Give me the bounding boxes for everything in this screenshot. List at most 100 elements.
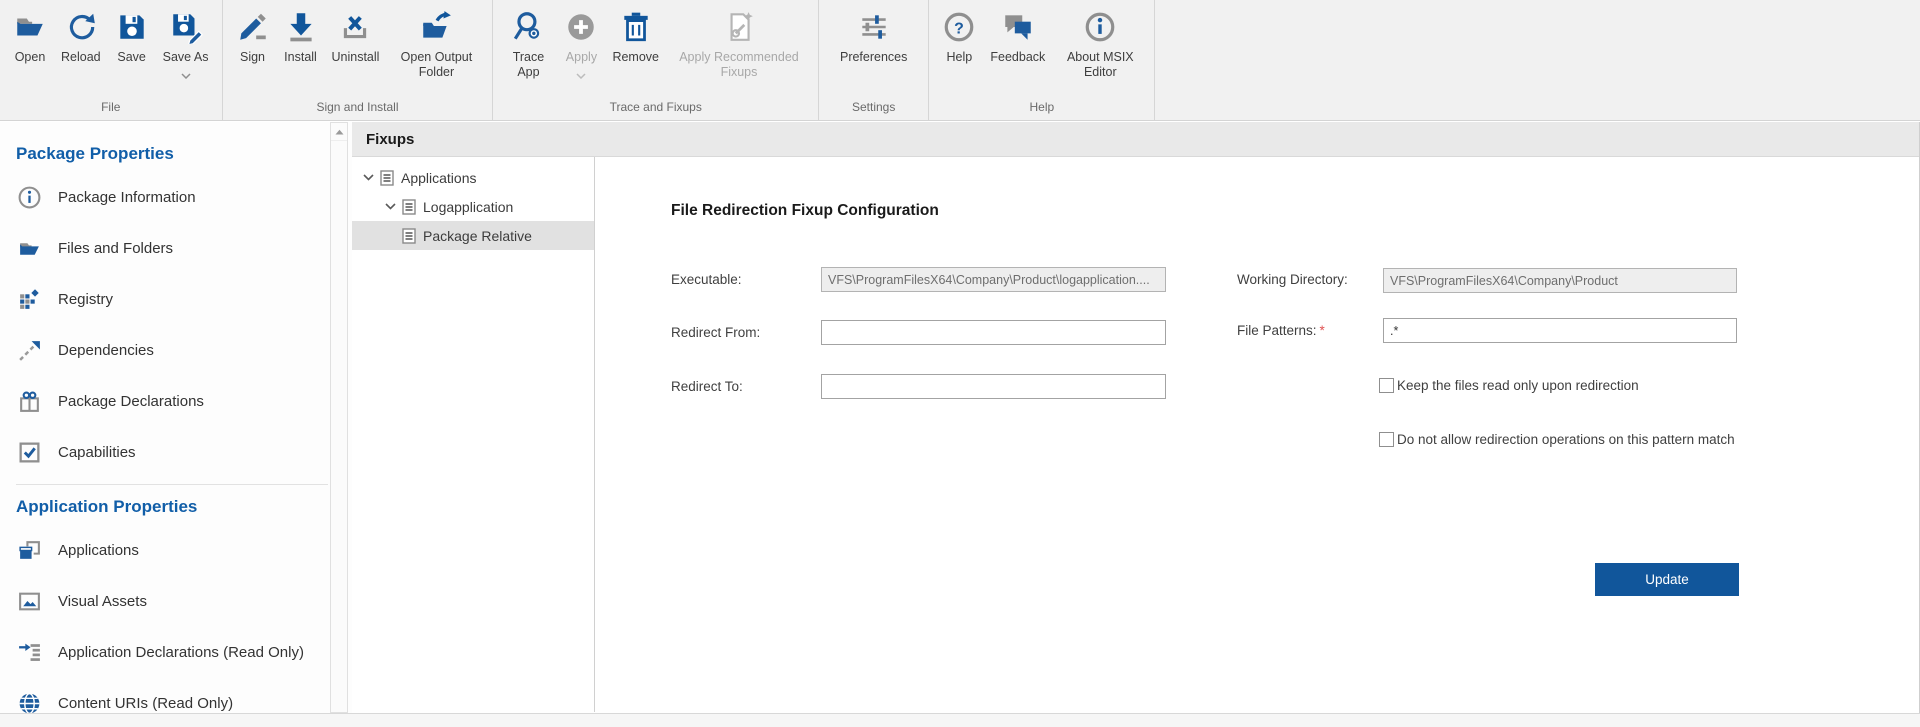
preferences-button[interactable]: Preferences	[833, 5, 914, 65]
open-folder-icon	[13, 7, 47, 47]
scroll-up-arrow-icon[interactable]	[331, 123, 347, 141]
uninstall-icon	[338, 7, 372, 47]
chevron-down-icon	[181, 67, 191, 82]
toolbar-group-settings: Preferences Settings	[819, 0, 929, 120]
no-redirect-operations-checkbox[interactable]: Do not allow redirection operations on t…	[1379, 432, 1735, 447]
remove-button[interactable]: Remove	[605, 5, 666, 65]
keep-read-only-checkbox[interactable]: Keep the files read only upon redirectio…	[1379, 378, 1639, 393]
executable-label: Executable:	[671, 267, 742, 292]
sidebar-item-dependencies[interactable]: Dependencies	[16, 325, 352, 376]
save-as-button[interactable]: Save As	[156, 5, 216, 82]
fixups-panel: Fixups Applications Logapplicatio	[352, 122, 1920, 713]
sidebar-item-package-declarations[interactable]: Package Declarations	[16, 376, 352, 427]
sidebar-item-content-uris[interactable]: Content URIs (Read Only)	[16, 678, 352, 713]
executable-input	[821, 267, 1166, 292]
toolbar-group-file: Open Reload Save Save As	[0, 0, 223, 120]
ribbon-toolbar: Open Reload Save Save As	[0, 0, 1920, 121]
dependencies-arrow-icon	[16, 338, 42, 363]
group-label-settings: Settings	[819, 98, 928, 120]
save-button[interactable]: Save	[108, 5, 156, 65]
group-label-trace-and-fixups: Trace and Fixups	[493, 98, 818, 120]
document-icon	[402, 228, 416, 244]
navigation-sidebar: Package Properties Package Information F…	[0, 122, 352, 713]
sidebar-item-visual-assets[interactable]: Visual Assets	[16, 576, 352, 627]
document-icon	[402, 199, 416, 215]
apply-recommended-fixups-icon	[722, 7, 756, 47]
group-label-file: File	[0, 98, 222, 120]
fixups-tree: Applications Logapplication Package Rela…	[352, 157, 595, 712]
about-msix-editor-button[interactable]: About MSIX Editor	[1052, 5, 1148, 80]
preferences-sliders-icon	[857, 7, 891, 47]
chevron-down-icon[interactable]	[360, 174, 376, 181]
sidebar-divider	[16, 484, 328, 485]
sidebar-item-capabilities[interactable]: Capabilities	[16, 427, 352, 478]
about-info-icon	[1083, 7, 1117, 47]
sidebar-item-application-declarations[interactable]: Application Declarations (Read Only)	[16, 627, 352, 678]
toolbar-group-trace-and-fixups: Trace App Apply Remove	[493, 0, 819, 120]
update-button[interactable]: Update	[1595, 563, 1739, 596]
fixups-panel-header: Fixups	[352, 122, 1919, 157]
group-label-help: Help	[929, 98, 1154, 120]
file-patterns-label: File Patterns:*	[1237, 318, 1325, 343]
apply-button: Apply	[557, 5, 605, 82]
checkbox-box[interactable]	[1379, 378, 1394, 393]
open-button[interactable]: Open	[6, 5, 54, 65]
checkbox-check-icon	[16, 440, 42, 465]
feedback-icon	[1001, 7, 1035, 47]
apply-plus-icon	[564, 7, 598, 47]
redirect-from-label: Redirect From:	[671, 320, 760, 345]
tree-item-logapplication[interactable]: Logapplication	[352, 192, 594, 221]
globe-icon	[16, 691, 42, 713]
registry-icon	[16, 287, 42, 312]
required-asterisk: *	[1320, 323, 1325, 338]
save-as-icon	[169, 7, 203, 47]
remove-trash-icon	[619, 7, 653, 47]
sign-pencil-icon	[236, 7, 270, 47]
chevron-down-icon[interactable]	[382, 203, 398, 210]
trace-app-button[interactable]: Trace App	[499, 5, 557, 80]
toolbar-group-help: ? Help Feedback About MSIX Editor Help	[929, 0, 1155, 120]
help-button[interactable]: ? Help	[935, 5, 983, 65]
form-title: File Redirection Fixup Configuration	[671, 202, 939, 220]
apply-recommended-fixups-button: Apply Recommended Fixups	[666, 5, 812, 80]
file-patterns-input[interactable]	[1383, 318, 1737, 343]
sidebar-item-registry[interactable]: Registry	[16, 274, 352, 325]
section-heading-package-properties: Package Properties	[16, 144, 352, 164]
reload-button[interactable]: Reload	[54, 5, 108, 65]
group-label-sign-and-install: Sign and Install	[223, 98, 493, 120]
sidebar-scrollbar[interactable]	[330, 122, 348, 713]
redirect-to-label: Redirect To:	[671, 374, 743, 399]
declarations-list-icon	[16, 640, 42, 665]
sidebar-item-package-information[interactable]: Package Information	[16, 172, 352, 223]
install-button[interactable]: Install	[277, 5, 325, 65]
install-arrow-icon	[284, 7, 318, 47]
app-windows-icon	[16, 538, 42, 563]
document-icon	[380, 170, 394, 186]
folder-icon	[16, 236, 42, 261]
sign-button[interactable]: Sign	[229, 5, 277, 65]
open-output-folder-icon	[419, 7, 453, 47]
trace-app-icon	[511, 7, 545, 47]
toolbar-group-sign-and-install: Sign Install Uninstall Open Output Folde…	[223, 0, 494, 120]
chevron-down-icon	[576, 67, 586, 82]
open-output-folder-button[interactable]: Open Output Folder	[386, 5, 486, 80]
svg-text:?: ?	[955, 20, 965, 37]
help-icon: ?	[942, 7, 976, 47]
redirect-from-input[interactable]	[821, 320, 1166, 345]
sidebar-item-files-and-folders[interactable]: Files and Folders	[16, 223, 352, 274]
redirect-to-input[interactable]	[821, 374, 1166, 399]
tree-item-applications[interactable]: Applications	[352, 163, 594, 192]
checkbox-box[interactable]	[1379, 432, 1394, 447]
save-icon	[115, 7, 149, 47]
uninstall-button[interactable]: Uninstall	[325, 5, 387, 65]
section-heading-application-properties: Application Properties	[16, 497, 352, 517]
feedback-button[interactable]: Feedback	[983, 5, 1052, 65]
working-directory-input	[1383, 268, 1737, 293]
image-icon	[16, 589, 42, 614]
file-redirection-form: File Redirection Fixup Configuration Exe…	[595, 157, 1919, 712]
sidebar-item-applications[interactable]: Applications	[16, 525, 352, 576]
tree-item-package-relative[interactable]: Package Relative	[352, 221, 594, 250]
reload-icon	[64, 7, 98, 47]
panel-title: Fixups	[366, 131, 414, 148]
horizontal-scrollbar[interactable]	[0, 713, 1920, 727]
